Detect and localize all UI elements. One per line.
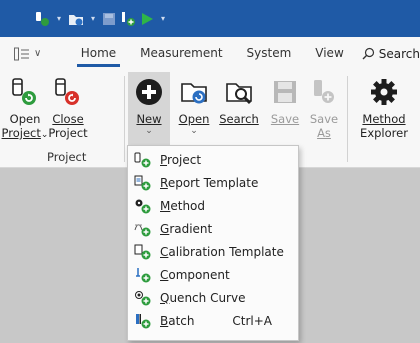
menu-item-project[interactable]: Project bbox=[128, 148, 298, 171]
open-project-icon bbox=[36, 11, 49, 26]
method-explorer-button[interactable]: Method Explorer bbox=[360, 72, 408, 150]
menu-item-label: Project bbox=[160, 152, 202, 167]
save-as-label: Save As bbox=[309, 112, 339, 140]
ribbon-tab-row: ∨ Home Measurement System View Search bbox=[0, 37, 420, 70]
close-project-button[interactable]: Close Project bbox=[48, 72, 88, 150]
add-batch-icon bbox=[122, 11, 135, 26]
qa-open-project-button[interactable] bbox=[34, 9, 50, 29]
group-separator bbox=[124, 76, 125, 162]
qa-run-dropdown[interactable]: ▾ bbox=[158, 9, 168, 29]
qa-open-dropdown[interactable]: ▾ bbox=[88, 9, 98, 29]
method-explorer-label: Method Explorer bbox=[360, 112, 408, 140]
menu-item-label: Method bbox=[160, 198, 206, 213]
open-folder-icon bbox=[69, 14, 83, 25]
open-project-line2: Project⌄ bbox=[1, 126, 49, 140]
menu-item-label: Gradient bbox=[160, 221, 213, 236]
open-project-button[interactable]: Open Project⌄ bbox=[2, 72, 48, 150]
qa-open-button[interactable] bbox=[68, 9, 84, 29]
tab-home[interactable]: Home bbox=[69, 37, 128, 70]
save-icon bbox=[103, 12, 115, 25]
menu-item-quench-curve[interactable]: Quench Curve bbox=[128, 286, 298, 309]
close-project-label: Close Project bbox=[48, 112, 88, 140]
menu-item-component[interactable]: Component bbox=[128, 263, 298, 286]
tab-measurement[interactable]: Measurement bbox=[128, 37, 234, 70]
qa-save-button[interactable] bbox=[102, 9, 116, 29]
group-separator bbox=[347, 76, 348, 162]
tab-system[interactable]: System bbox=[235, 37, 304, 70]
ribbon-menu-toggle[interactable]: ∨ bbox=[0, 47, 69, 61]
new-dropdown-menu: Project Report Template Method Gradient … bbox=[127, 145, 299, 341]
run-icon bbox=[142, 12, 153, 25]
project-icon bbox=[134, 152, 156, 168]
menu-item-label: Component bbox=[160, 267, 230, 282]
search-box[interactable]: Search bbox=[356, 47, 420, 61]
gear-icon bbox=[371, 79, 397, 105]
menu-item-method[interactable]: Method bbox=[128, 194, 298, 217]
menu-item-label: Batch bbox=[160, 313, 195, 328]
save-icon bbox=[274, 81, 296, 103]
save-label: Save bbox=[270, 112, 300, 126]
save-as-button: Save As bbox=[306, 72, 342, 150]
search-button[interactable]: Search bbox=[218, 72, 260, 150]
menu-item-label: Calibration Template bbox=[160, 244, 284, 259]
quench-curve-icon bbox=[134, 290, 156, 306]
save-as-icon bbox=[314, 80, 334, 103]
qa-add-batch-button[interactable] bbox=[120, 9, 136, 29]
calibration-template-icon bbox=[134, 244, 156, 260]
folder-search-icon bbox=[226, 83, 252, 105]
new-label: New bbox=[136, 112, 162, 126]
open-label: Open bbox=[178, 112, 210, 126]
search-icon bbox=[362, 47, 374, 60]
batch-icon bbox=[134, 313, 156, 329]
component-icon bbox=[134, 267, 156, 283]
search-label: Search bbox=[219, 112, 259, 126]
open-project-label: Open Project⌄ bbox=[1, 112, 49, 140]
open-folder-icon bbox=[181, 83, 207, 104]
panel-toggle-icon bbox=[14, 47, 29, 60]
qa-open-project-dropdown[interactable]: ▾ bbox=[54, 9, 64, 29]
save-button: Save bbox=[268, 72, 302, 150]
close-project-icon bbox=[55, 78, 79, 105]
add-circle-icon bbox=[136, 79, 162, 105]
shortcut-label: Ctrl+A bbox=[232, 313, 272, 328]
menu-item-label: Quench Curve bbox=[160, 290, 246, 305]
qa-run-button[interactable] bbox=[140, 9, 154, 29]
title-bar: ▾ ▾ ▾ bbox=[0, 0, 420, 37]
open-button[interactable]: Open ⌄ bbox=[174, 72, 214, 150]
menu-item-report-template[interactable]: Report Template bbox=[128, 171, 298, 194]
chevron-down-icon: ⌄ bbox=[145, 126, 153, 136]
menu-item-batch[interactable]: Batch Ctrl+A bbox=[128, 309, 298, 332]
chevron-down-icon: ⌄ bbox=[190, 126, 198, 136]
tab-view[interactable]: View bbox=[303, 37, 355, 70]
project-group-label: Project bbox=[47, 150, 87, 164]
chevron-down-icon: ∨ bbox=[34, 48, 42, 59]
report-template-icon bbox=[134, 175, 156, 191]
menu-item-label: Report Template bbox=[160, 175, 259, 190]
open-project-icon bbox=[12, 78, 36, 105]
search-label: Search bbox=[378, 46, 420, 61]
method-icon bbox=[134, 198, 156, 214]
new-button[interactable]: New ⌄ bbox=[128, 72, 170, 150]
menu-item-gradient[interactable]: Gradient bbox=[128, 217, 298, 240]
menu-item-calibration-template[interactable]: Calibration Template bbox=[128, 240, 298, 263]
gradient-icon bbox=[134, 221, 156, 237]
